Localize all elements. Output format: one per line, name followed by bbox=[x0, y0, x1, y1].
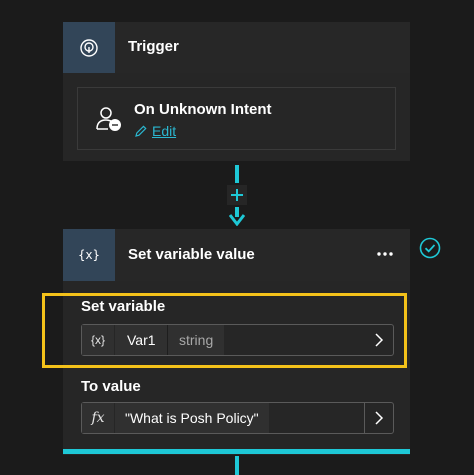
add-node-button[interactable] bbox=[227, 185, 247, 205]
plus-icon bbox=[231, 189, 243, 201]
variable-type: string bbox=[167, 325, 225, 355]
set-variable-card[interactable]: {x} Set variable value Set variable {x} … bbox=[63, 229, 410, 455]
canvas: Trigger On Unknown Intent Edit {x} Set v… bbox=[0, 0, 474, 475]
check-circle-icon bbox=[419, 237, 441, 259]
card-bottom-bar bbox=[63, 449, 410, 454]
trigger-body: On Unknown Intent Edit bbox=[77, 87, 396, 150]
pencil-icon bbox=[135, 125, 147, 137]
to-value-field[interactable]: fx "What is Posh Policy" bbox=[81, 402, 394, 434]
chevron-right-icon[interactable] bbox=[365, 325, 393, 355]
connector-line-next bbox=[235, 456, 239, 475]
trigger-name: On Unknown Intent bbox=[134, 101, 272, 118]
set-variable-field[interactable]: {x} Var1 string bbox=[81, 324, 394, 356]
chevron-right-icon[interactable] bbox=[364, 403, 393, 433]
variable-prefix-icon: {x} bbox=[82, 325, 114, 355]
trigger-title: Trigger bbox=[128, 38, 179, 55]
trigger-header: Trigger bbox=[63, 22, 410, 73]
edit-trigger-link[interactable]: Edit bbox=[134, 123, 176, 139]
trigger-card[interactable]: Trigger On Unknown Intent Edit bbox=[63, 22, 410, 161]
to-value-label: To value bbox=[81, 378, 141, 395]
edit-label[interactable]: Edit bbox=[152, 123, 176, 139]
ellipsis-icon bbox=[377, 252, 393, 256]
more-options-button[interactable] bbox=[372, 241, 398, 267]
variable-icon: {x} bbox=[63, 229, 115, 281]
set-variable-header: {x} Set variable value bbox=[63, 229, 410, 281]
arrow-down-icon bbox=[229, 214, 245, 226]
set-variable-label: Set variable bbox=[81, 298, 166, 315]
connector-line-top bbox=[235, 165, 239, 183]
person-chat-icon bbox=[94, 104, 124, 134]
set-variable-title: Set variable value bbox=[128, 246, 255, 263]
variable-name: Var1 bbox=[115, 325, 168, 355]
trigger-icon bbox=[63, 22, 115, 73]
formula-icon: fx bbox=[82, 403, 114, 433]
value-text: "What is Posh Policy" bbox=[115, 403, 269, 433]
